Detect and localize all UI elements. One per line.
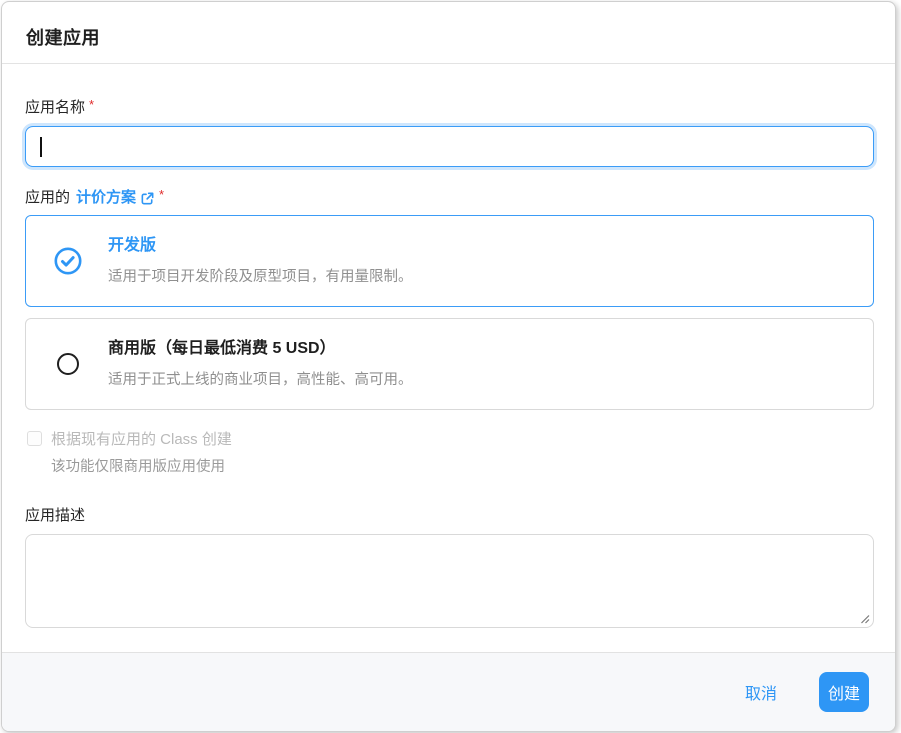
app-name-input[interactable] xyxy=(25,126,874,167)
plan-option-description: 适用于项目开发阶段及原型项目，有用量限制。 xyxy=(108,265,413,286)
plan-option-description: 适用于正式上线的商业项目，高性能、高可用。 xyxy=(108,368,413,389)
resize-handle-icon[interactable] xyxy=(860,614,870,624)
plan-option-title: 开发版 xyxy=(108,236,413,256)
app-name-label-text: 应用名称 xyxy=(25,98,85,118)
clone-checkbox-label: 根据现有应用的 Class 创建 xyxy=(51,428,232,449)
check-circle-icon xyxy=(54,247,82,275)
required-asterisk: * xyxy=(159,185,164,205)
pricing-plan-label: 应用的 计价方案 * xyxy=(25,188,872,208)
app-description-label-text: 应用描述 xyxy=(25,506,85,526)
dialog-footer: 取消 创建 xyxy=(2,652,895,731)
clone-checkbox[interactable] xyxy=(27,431,42,446)
plan-option-commercial[interactable]: 商用版（每日最低消费 5 USD） 适用于正式上线的商业项目，高性能、高可用。 xyxy=(25,318,874,410)
app-name-label: 应用名称 * xyxy=(25,98,872,118)
cancel-button[interactable]: 取消 xyxy=(729,672,793,712)
create-app-dialog: 创建应用 应用名称 * 应用的 计价方案 * xyxy=(1,1,896,732)
page-title: 创建应用 xyxy=(26,24,871,50)
plan-option-dev[interactable]: 开发版 适用于项目开发阶段及原型项目，有用量限制。 xyxy=(25,215,874,307)
radio-circle-icon xyxy=(57,353,79,375)
create-button[interactable]: 创建 xyxy=(819,672,869,712)
dialog-body: 应用名称 * 应用的 计价方案 * xyxy=(2,98,895,628)
pricing-label-prefix: 应用的 xyxy=(25,188,70,208)
app-description-textarea[interactable] xyxy=(25,534,874,628)
pricing-plan-link[interactable]: 计价方案 xyxy=(76,188,155,208)
app-description-label: 应用描述 xyxy=(25,506,872,526)
plan-option-title: 商用版（每日最低消费 5 USD） xyxy=(108,339,413,359)
text-cursor xyxy=(40,137,42,157)
clone-from-class-row: 根据现有应用的 Class 创建 xyxy=(25,428,872,449)
app-description-wrap xyxy=(25,534,874,628)
pricing-link-text: 计价方案 xyxy=(76,188,136,208)
required-asterisk: * xyxy=(89,95,94,115)
external-link-icon xyxy=(140,191,155,206)
dialog-header: 创建应用 xyxy=(2,2,895,64)
clone-checkbox-hint: 该功能仅限商用版应用使用 xyxy=(51,455,872,476)
